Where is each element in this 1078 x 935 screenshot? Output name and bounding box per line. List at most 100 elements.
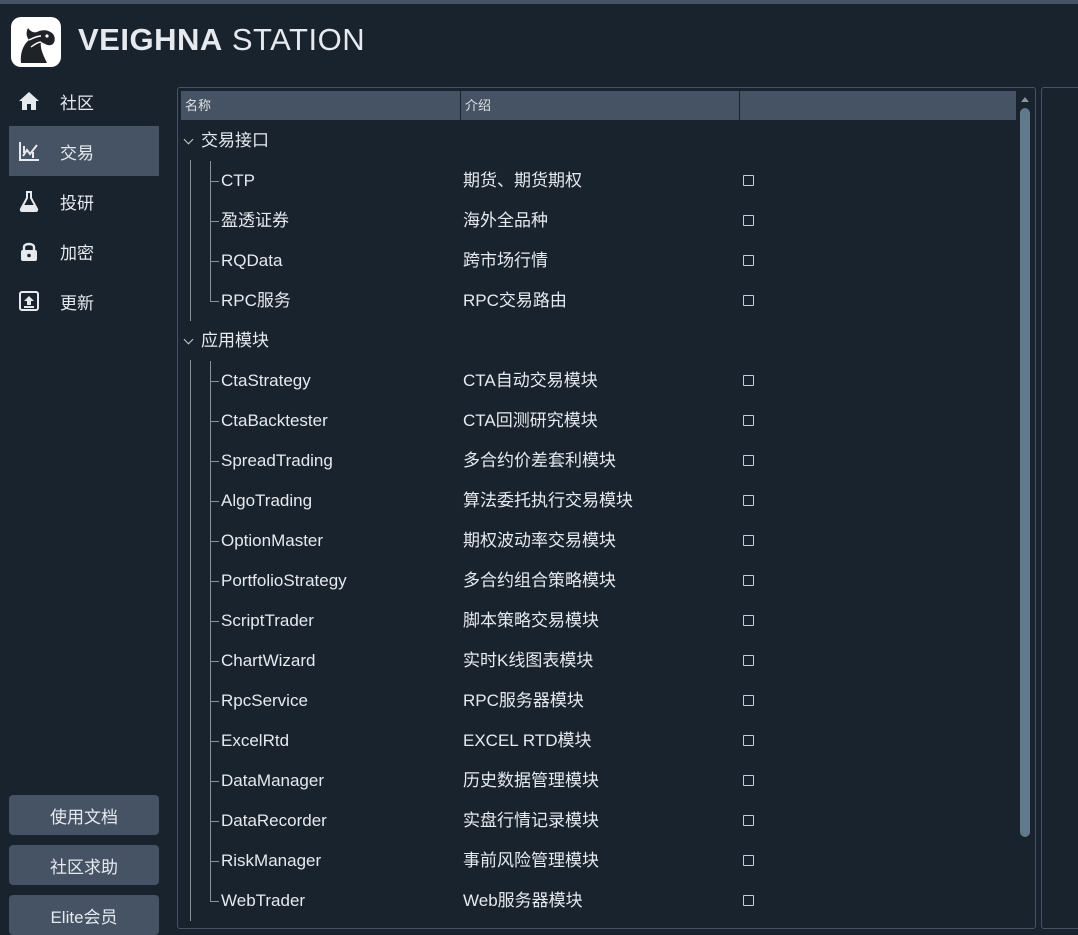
module-checkbox[interactable] (743, 215, 754, 226)
docs-button[interactable]: 使用文档 (9, 795, 159, 835)
horse-logo-icon (11, 17, 61, 67)
module-checkbox[interactable] (743, 575, 754, 586)
column-header-select[interactable] (740, 91, 1016, 120)
module-name: DataManager (221, 771, 325, 790)
module-name: RiskManager (221, 851, 322, 870)
tree-group-row[interactable]: 应用模块 (181, 321, 1016, 361)
module-checkbox[interactable] (743, 775, 754, 786)
module-description: RPC交易路由 (463, 291, 567, 310)
tree-branch-line (210, 781, 219, 782)
module-row[interactable]: DataManager 历史数据管理模块 (181, 761, 1016, 801)
tree-branch-line (210, 621, 219, 622)
module-name: CTP (221, 171, 255, 190)
module-description: CTA回测研究模块 (463, 411, 598, 430)
nav-item-research[interactable]: 投研 (9, 176, 159, 226)
module-checkbox[interactable] (743, 415, 754, 426)
module-row[interactable]: ExcelRtd EXCEL RTD模块 (181, 721, 1016, 761)
community-help-button[interactable]: 社区求助 (9, 845, 159, 885)
module-row[interactable]: WebTrader Web服务器模块 (181, 881, 1016, 921)
window-top-strip (0, 0, 1078, 4)
module-row[interactable]: RPC服务 RPC交易路由 (181, 281, 1016, 321)
module-checkbox[interactable] (743, 175, 754, 186)
module-row[interactable]: SpreadTrading 多合约价差套利模块 (181, 441, 1016, 481)
module-checkbox[interactable] (743, 695, 754, 706)
elite-member-button[interactable]: Elite会员 (9, 895, 159, 935)
brand-bold: VEIGHNA (78, 22, 223, 57)
module-checkbox[interactable] (743, 655, 754, 666)
module-description: CTA自动交易模块 (463, 371, 598, 390)
nav-item-crypto[interactable]: 加密 (9, 226, 159, 276)
module-checkbox[interactable] (743, 375, 754, 386)
module-description: 事前风险管理模块 (463, 851, 599, 870)
module-name: RQData (221, 251, 283, 270)
module-name: CtaBacktester (221, 411, 328, 430)
nav-item-community[interactable]: 社区 (9, 76, 159, 126)
module-description: 多合约组合策略模块 (463, 571, 616, 590)
tree-branch-line (210, 861, 219, 862)
brand-light: STATION (222, 22, 366, 57)
table-header: 名称 介绍 (181, 91, 1016, 120)
module-description: 脚本策略交易模块 (463, 611, 599, 630)
module-description: 历史数据管理模块 (463, 771, 599, 790)
nav-label-research: 投研 (60, 193, 94, 213)
module-row[interactable]: CtaBacktester CTA回测研究模块 (181, 401, 1016, 441)
module-row[interactable]: ChartWizard 实时K线图表模块 (181, 641, 1016, 681)
module-checkbox[interactable] (743, 495, 754, 506)
module-description: 跨市场行情 (463, 251, 548, 270)
nav-label-crypto: 加密 (60, 243, 94, 263)
tree-branch-line (210, 701, 219, 702)
module-checkbox[interactable] (743, 615, 754, 626)
tree-branch-line (210, 881, 211, 901)
scroll-up-arrow-icon[interactable] (1021, 97, 1029, 102)
module-row[interactable]: ScriptTrader 脚本策略交易模块 (181, 601, 1016, 641)
nav-label-trading: 交易 (60, 143, 94, 163)
module-row[interactable]: DataRecorder 实盘行情记录模块 (181, 801, 1016, 841)
module-checkbox[interactable] (743, 735, 754, 746)
module-checkbox[interactable] (743, 895, 754, 906)
module-name: ExcelRtd (221, 731, 290, 750)
nav-item-trading[interactable]: 交易 (9, 126, 159, 176)
sidebar-nav: 社区 交易 投研 加密 更新 (9, 76, 159, 326)
tree-branch-line (210, 501, 219, 502)
module-name: RpcService (221, 691, 308, 710)
column-header-name[interactable]: 名称 (181, 91, 461, 120)
module-row[interactable]: 盈透证券 海外全品种 (181, 201, 1016, 241)
nav-label-update: 更新 (60, 293, 94, 313)
module-checkbox[interactable] (743, 295, 754, 306)
tree-branch-line (210, 261, 219, 262)
module-checkbox[interactable] (743, 455, 754, 466)
module-name: WebTrader (221, 891, 306, 910)
module-row[interactable]: CTP 期货、期货期权 (181, 161, 1016, 201)
module-row[interactable]: AlgoTrading 算法委托执行交易模块 (181, 481, 1016, 521)
module-description: 实盘行情记录模块 (463, 811, 599, 830)
tree-branch-line (210, 741, 219, 742)
module-checkbox[interactable] (743, 255, 754, 266)
module-checkbox[interactable] (743, 815, 754, 826)
vertical-scrollbar[interactable] (1018, 91, 1032, 926)
tree-group-row[interactable]: 交易接口 (181, 121, 1016, 161)
flask-icon (18, 190, 40, 212)
column-header-desc[interactable]: 介绍 (461, 91, 739, 120)
module-row[interactable]: PortfolioStrategy 多合约组合策略模块 (181, 561, 1016, 601)
module-row[interactable]: RiskManager 事前风险管理模块 (181, 841, 1016, 881)
module-description: 期权波动率交易模块 (463, 531, 616, 550)
module-name: OptionMaster (221, 531, 324, 550)
chevron-down-icon[interactable] (183, 334, 194, 345)
module-description: 算法委托执行交易模块 (463, 491, 633, 510)
module-checkbox[interactable] (743, 855, 754, 866)
tree-branch-line (210, 421, 219, 422)
nav-item-update[interactable]: 更新 (9, 276, 159, 326)
module-row[interactable]: RpcService RPC服务器模块 (181, 681, 1016, 721)
scrollbar-thumb[interactable] (1020, 108, 1030, 837)
chevron-down-icon[interactable] (183, 134, 194, 145)
module-checkbox[interactable] (743, 535, 754, 546)
module-row[interactable]: RQData 跨市场行情 (181, 241, 1016, 281)
module-description: EXCEL RTD模块 (463, 731, 592, 750)
tree-branch-line (210, 821, 219, 822)
trading-chart-icon (18, 140, 40, 162)
right-detail-panel (1041, 87, 1078, 929)
module-name: RPC服务 (221, 291, 291, 310)
module-row[interactable]: CtaStrategy CTA自动交易模块 (181, 361, 1016, 401)
module-row[interactable]: OptionMaster 期权波动率交易模块 (181, 521, 1016, 561)
home-icon (18, 90, 40, 112)
